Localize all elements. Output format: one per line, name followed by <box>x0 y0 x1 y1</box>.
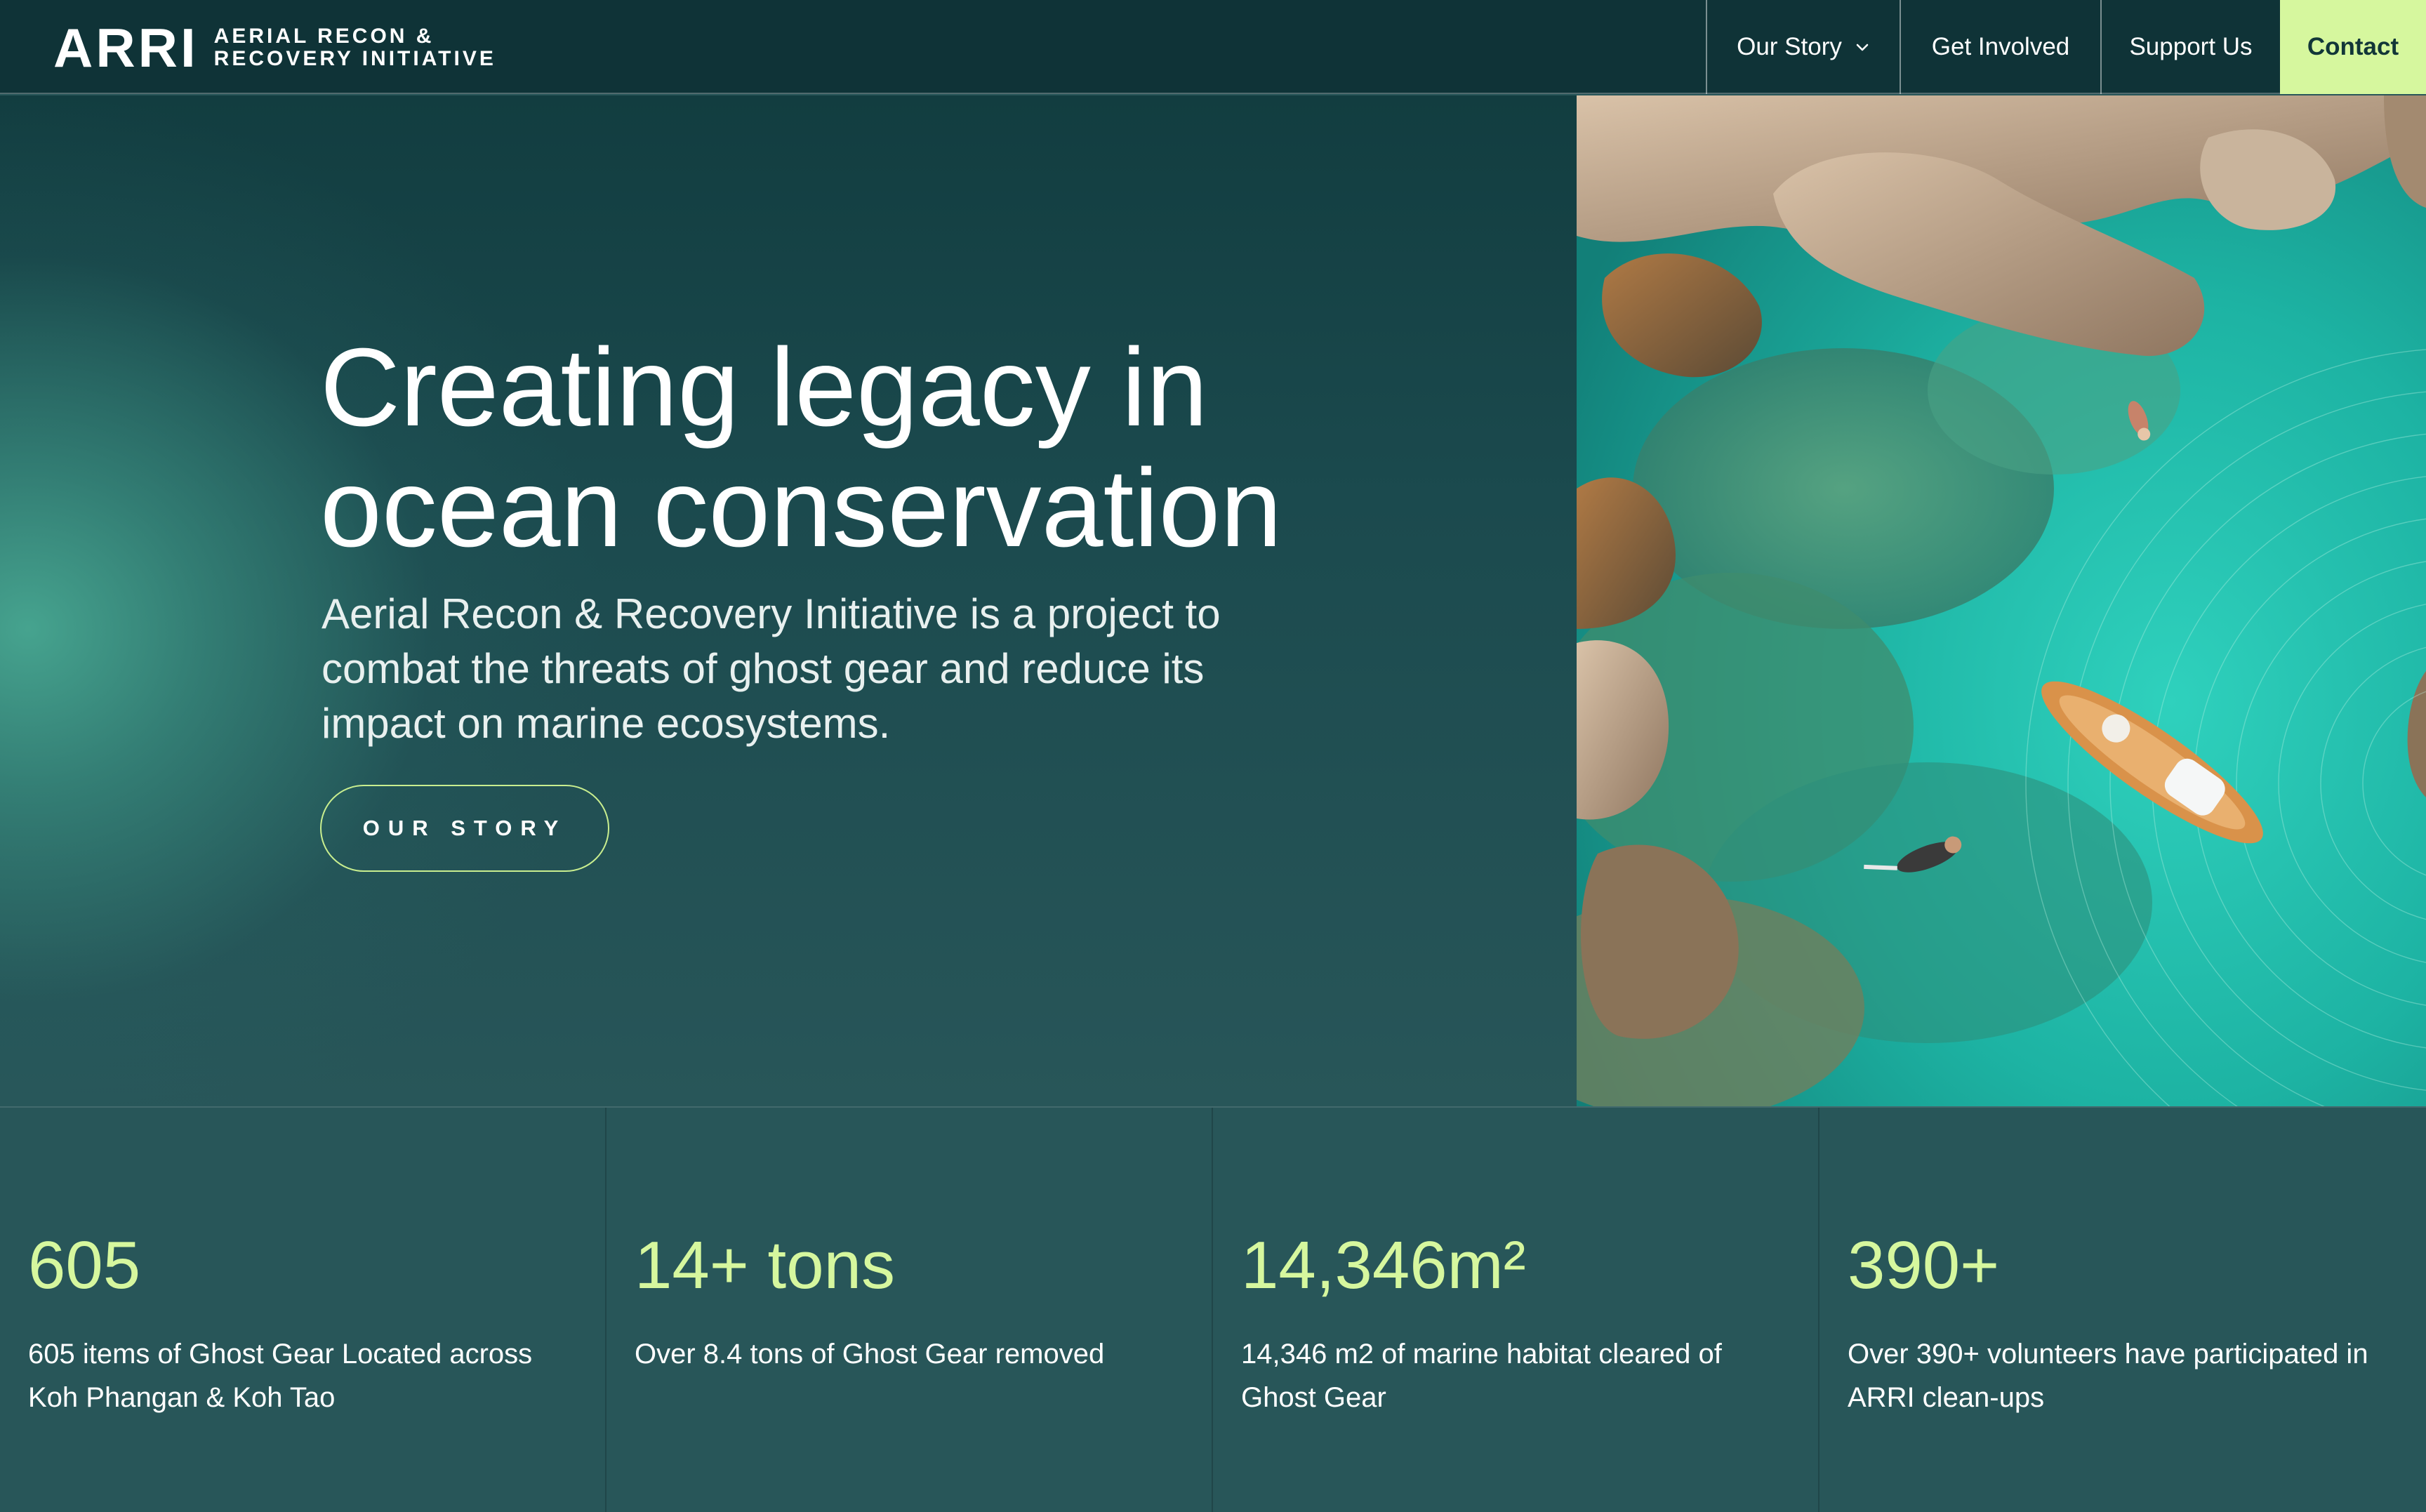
our-story-button[interactable]: OUR STORY <box>320 785 609 872</box>
hero-subtitle: Aerial Recon & Recovery Initiative is a … <box>322 590 1221 747</box>
logo-line-2: Recovery Initiative <box>213 47 496 70</box>
nav-get-involved-label: Get Involved <box>1931 33 2070 60</box>
stat-description: Over 390+ volunteers have participated i… <box>1848 1339 2368 1413</box>
stat-item: 14,346m² 14,346 m2 of marine habitat cle… <box>1213 1108 1820 1512</box>
nav-our-story-label: Our Story <box>1737 33 1842 60</box>
nav-get-involved[interactable]: Get Involved <box>1900 0 2100 94</box>
hero-title-line-1: Creating legacy in <box>320 326 1208 449</box>
stat-value: 14+ tons <box>635 1228 895 1303</box>
nav-contact-button[interactable]: Contact <box>2280 0 2426 94</box>
stat-description: 605 items of Ghost Gear Located across K… <box>28 1339 533 1413</box>
stat-item: 14+ tons Over 8.4 tons of Ghost Gear rem… <box>606 1108 1213 1512</box>
main-nav: Our Story Get Involved Support Us Contac… <box>1706 0 2426 94</box>
nav-contact-label: Contact <box>2307 33 2399 60</box>
logo-text: Aerial Recon & Recovery Initiative <box>214 25 496 70</box>
hero-aerial-photo <box>1577 95 2426 1106</box>
stat-description: Over 8.4 tons of Ghost Gear removed <box>635 1339 1105 1370</box>
page: ARRI Aerial Recon & Recovery Initiative … <box>0 0 2426 1512</box>
stat-item: 390+ Over 390+ volunteers have participa… <box>1820 1108 2426 1512</box>
nav-support-us-label: Support Us <box>2129 33 2253 60</box>
hero-title-line-2: ocean conservation <box>320 446 1282 570</box>
site-header: ARRI Aerial Recon & Recovery Initiative … <box>0 0 2426 94</box>
hero-title: Creating legacy in ocean conservation <box>320 327 1373 569</box>
logo-line-1: Aerial Recon & <box>213 25 435 48</box>
stat-description: 14,346 m2 of marine habitat cleared of G… <box>1241 1339 1722 1413</box>
stat-value: 390+ <box>1848 1228 2000 1303</box>
stat-value: 605 <box>28 1228 141 1303</box>
chevron-down-icon <box>1856 44 1869 51</box>
hero-section: Creating legacy in ocean conservation Ae… <box>0 95 1577 1106</box>
stats-section: 605 605 items of Ghost Gear Located acro… <box>0 1106 2426 1512</box>
nav-our-story[interactable]: Our Story <box>1706 0 1900 94</box>
aerial-ocean-image <box>1577 95 2426 1106</box>
logo-mark: ARRI <box>53 17 199 79</box>
site-logo[interactable]: ARRI Aerial Recon & Recovery Initiative <box>53 20 496 76</box>
nav-support-us[interactable]: Support Us <box>2100 0 2280 94</box>
stat-value: 14,346m² <box>1241 1228 1526 1303</box>
our-story-button-label: OUR STORY <box>362 816 567 840</box>
stat-item: 605 605 items of Ghost Gear Located acro… <box>0 1108 606 1512</box>
